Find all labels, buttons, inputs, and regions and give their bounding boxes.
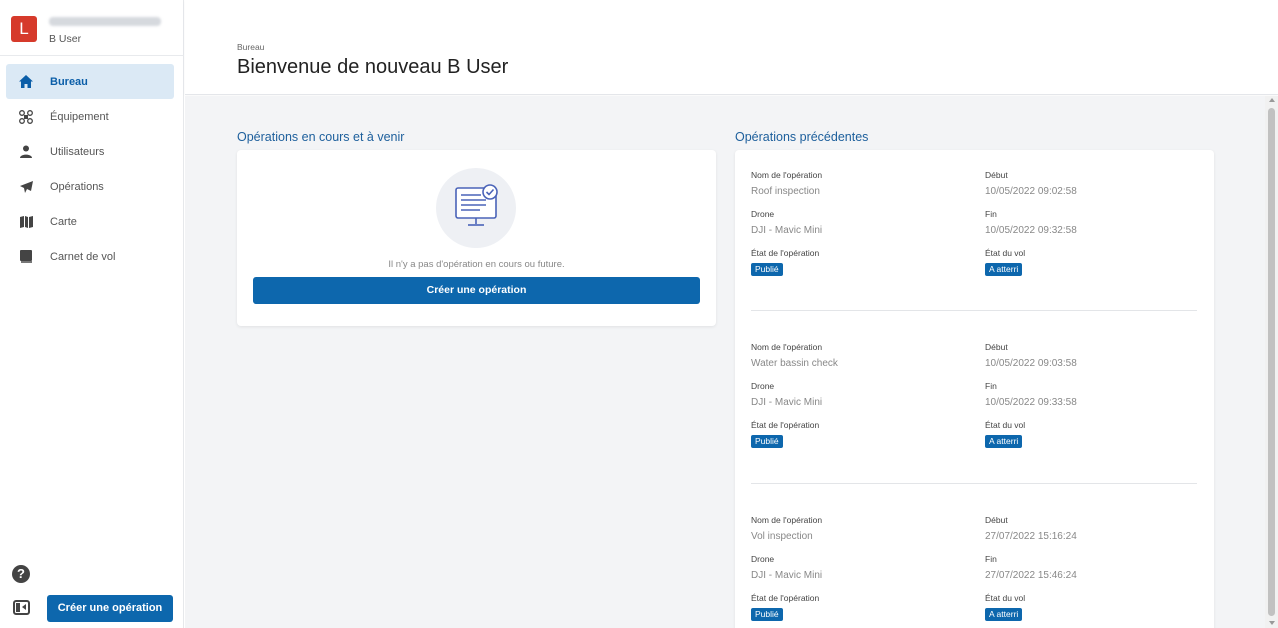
operation-item[interactable]: Nom de l'opération Vol inspection Début … bbox=[735, 495, 1214, 628]
flight-state-label: État du vol bbox=[985, 593, 1026, 603]
operation-state-label: État de l'opération bbox=[751, 593, 820, 603]
current-operations-title: Opérations en cours et à venir bbox=[237, 130, 405, 144]
operation-name-value: Vol inspection bbox=[751, 531, 813, 542]
operation-name-value: Water bassin check bbox=[751, 358, 838, 369]
user-icon bbox=[12, 145, 40, 158]
paper-plane-icon bbox=[12, 180, 40, 193]
operation-state-label: État de l'opération bbox=[751, 420, 820, 430]
previous-operations-title: Opérations précédentes bbox=[735, 130, 869, 144]
operation-name-label: Nom de l'opération bbox=[751, 515, 823, 525]
end-value: 27/07/2022 15:46:24 bbox=[985, 570, 1077, 581]
sidebar-item-carnet-de-vol[interactable]: Carnet de vol bbox=[6, 239, 174, 274]
breadcrumb[interactable]: Bureau bbox=[237, 42, 264, 52]
operation-state-badge: Publié bbox=[751, 435, 783, 448]
org-name-redacted bbox=[49, 17, 161, 26]
sidebar: L B User Bureau Équipement Utilisateurs bbox=[0, 0, 184, 628]
empty-state-text: Il n'y a pas d'opération en cours ou fut… bbox=[388, 259, 565, 270]
divider bbox=[751, 483, 1197, 484]
start-value: 27/07/2022 15:16:24 bbox=[985, 531, 1077, 542]
start-label: Début bbox=[985, 342, 1008, 352]
flight-state-badge: A atterri bbox=[985, 608, 1023, 621]
sidebar-create-operation-button[interactable]: Créer une opération bbox=[47, 595, 173, 622]
sidebar-item-carte[interactable]: Carte bbox=[6, 204, 174, 239]
start-value: 10/05/2022 09:02:58 bbox=[985, 186, 1077, 197]
sidebar-item-label: Équipement bbox=[50, 110, 109, 123]
flight-state-badge: A atterri bbox=[985, 263, 1023, 276]
org-user-name: B User bbox=[49, 33, 82, 45]
sidebar-nav: Bureau Équipement Utilisateurs Opération… bbox=[0, 64, 184, 274]
main-scrollbar[interactable] bbox=[1265, 96, 1278, 628]
book-icon bbox=[12, 250, 40, 263]
flight-state-badge: A atterri bbox=[985, 435, 1023, 448]
end-value: 10/05/2022 09:32:58 bbox=[985, 225, 1077, 236]
sidebar-item-operations[interactable]: Opérations bbox=[6, 169, 174, 204]
divider bbox=[751, 310, 1197, 311]
drone-label: Drone bbox=[751, 209, 775, 219]
sidebar-item-bureau[interactable]: Bureau bbox=[6, 64, 174, 99]
start-label: Début bbox=[985, 515, 1008, 525]
end-value: 10/05/2022 09:33:58 bbox=[985, 397, 1077, 408]
map-icon bbox=[12, 215, 40, 228]
create-operation-button[interactable]: Créer une opération bbox=[253, 277, 700, 304]
sidebar-item-label: Opérations bbox=[50, 180, 104, 193]
previous-operations-card: Nom de l'opération Roof inspection Début… bbox=[735, 150, 1214, 628]
drone-icon bbox=[12, 109, 40, 124]
monitor-check-icon bbox=[455, 184, 498, 226]
org-switcher[interactable]: L B User bbox=[0, 0, 184, 56]
flight-state-label: État du vol bbox=[985, 248, 1026, 258]
dashboard-content: Opérations en cours et à venir Il n'y a … bbox=[185, 96, 1265, 628]
current-operations-card: Il n'y a pas d'opération en cours ou fut… bbox=[237, 150, 716, 326]
operation-state-badge: Publié bbox=[751, 263, 783, 276]
scroll-down-arrow-icon[interactable] bbox=[1269, 621, 1275, 625]
help-icon[interactable]: ? bbox=[12, 565, 30, 583]
drone-label: Drone bbox=[751, 554, 775, 564]
sidebar-item-label: Bureau bbox=[50, 75, 88, 88]
operation-state-label: État de l'opération bbox=[751, 248, 820, 258]
operation-item[interactable]: Nom de l'opération Roof inspection Début… bbox=[735, 150, 1214, 310]
page-title: Bienvenue de nouveau B User bbox=[237, 56, 509, 78]
drone-value: DJI - Mavic Mini bbox=[751, 397, 823, 408]
flight-state-label: État du vol bbox=[985, 420, 1026, 430]
start-label: Début bbox=[985, 170, 1008, 180]
page-header: Bureau Bienvenue de nouveau B User bbox=[185, 0, 1278, 95]
empty-state-illustration bbox=[436, 168, 516, 248]
end-label: Fin bbox=[985, 209, 997, 219]
org-logo: L bbox=[11, 16, 37, 42]
end-label: Fin bbox=[985, 554, 997, 564]
end-label: Fin bbox=[985, 381, 997, 391]
operation-name-value: Roof inspection bbox=[751, 186, 820, 197]
drone-value: DJI - Mavic Mini bbox=[751, 225, 823, 236]
operation-item[interactable]: Nom de l'opération Water bassin check Dé… bbox=[735, 322, 1214, 482]
scrollbar-thumb[interactable] bbox=[1268, 108, 1275, 616]
operation-state-badge: Publié bbox=[751, 608, 783, 621]
sidebar-item-label: Carnet de vol bbox=[50, 250, 116, 263]
sidebar-item-label: Utilisateurs bbox=[50, 145, 105, 158]
operation-name-label: Nom de l'opération bbox=[751, 170, 823, 180]
drone-value: DJI - Mavic Mini bbox=[751, 570, 823, 581]
sidebar-item-utilisateurs[interactable]: Utilisateurs bbox=[6, 134, 174, 169]
sidebar-item-equipement[interactable]: Équipement bbox=[6, 99, 174, 134]
operation-name-label: Nom de l'opération bbox=[751, 342, 823, 352]
sidebar-item-label: Carte bbox=[50, 215, 77, 228]
start-value: 10/05/2022 09:03:58 bbox=[985, 358, 1077, 369]
drone-label: Drone bbox=[751, 381, 775, 391]
collapse-sidebar-icon[interactable] bbox=[13, 600, 30, 615]
scroll-up-arrow-icon[interactable] bbox=[1269, 98, 1275, 102]
home-icon bbox=[12, 75, 40, 88]
